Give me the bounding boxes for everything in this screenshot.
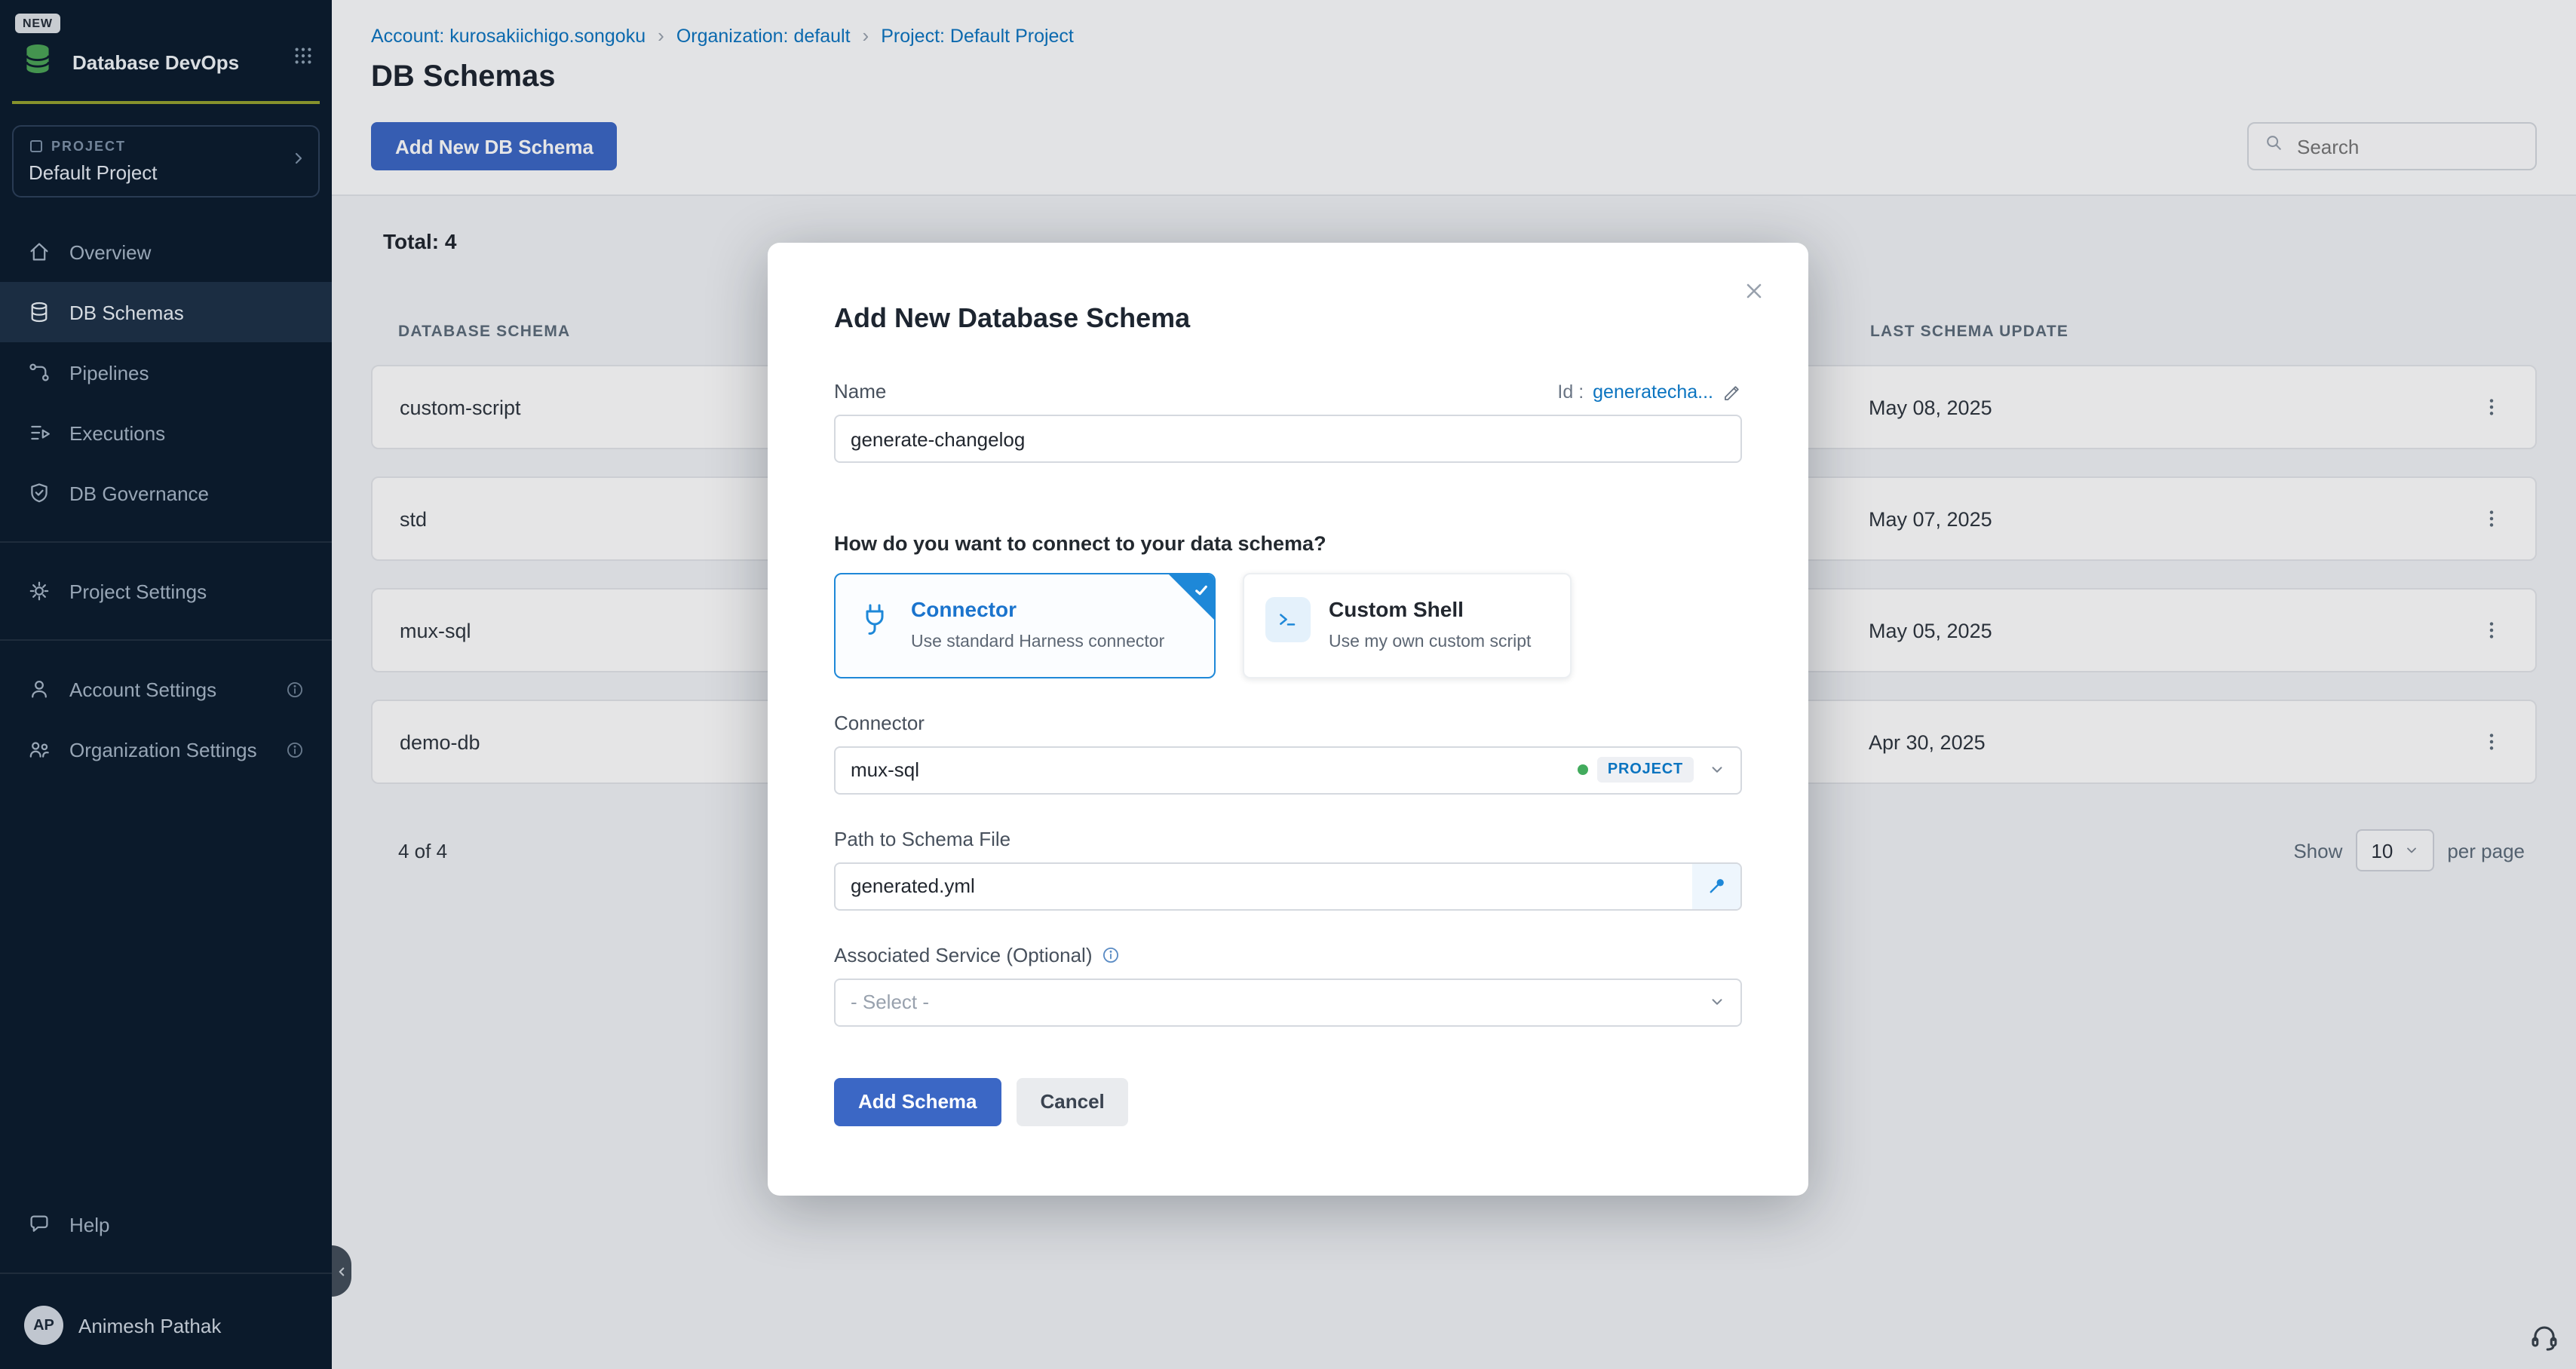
- service-select[interactable]: - Select -: [834, 979, 1742, 1027]
- option-title: Custom Shell: [1329, 597, 1531, 621]
- chevron-down-icon: [1709, 762, 1725, 779]
- schema-id-row: Id : generatecha...: [1557, 381, 1742, 403]
- schema-name-input[interactable]: [834, 415, 1742, 463]
- modal-title: Add New Database Schema: [834, 303, 1742, 335]
- option-text: Custom Shell Use my own custom script: [1329, 597, 1531, 654]
- close-icon[interactable]: [1739, 276, 1769, 314]
- option-connector[interactable]: Connector Use standard Harness connector: [834, 573, 1216, 678]
- schema-path-input[interactable]: [834, 862, 1742, 911]
- connector-select[interactable]: mux-sql PROJECT: [834, 746, 1742, 795]
- connection-options: Connector Use standard Harness connector: [834, 573, 1742, 678]
- cancel-button[interactable]: Cancel: [1017, 1078, 1129, 1126]
- chevron-down-icon: [1709, 994, 1725, 1011]
- scope-chip: PROJECT: [1597, 758, 1694, 783]
- info-icon[interactable]: [1102, 945, 1121, 965]
- option-text: Connector Use standard Harness connector: [911, 597, 1164, 654]
- id-value-link[interactable]: generatecha...: [1593, 381, 1713, 403]
- edit-pencil-icon[interactable]: [1722, 382, 1742, 402]
- connector-value: mux-sql: [851, 759, 1578, 782]
- option-custom-shell[interactable]: Custom Shell Use my own custom script: [1243, 573, 1572, 678]
- path-input-wrap: [834, 862, 1742, 911]
- app-root: NEW Database DevOps: [0, 0, 2576, 1369]
- service-placeholder: - Select -: [851, 991, 1709, 1014]
- connector-plug-icon: [857, 602, 893, 638]
- option-title: Connector: [911, 597, 1164, 621]
- connector-label: Connector: [834, 712, 1742, 734]
- name-label: Name: [834, 380, 886, 403]
- modal-actions: Add Schema Cancel: [834, 1078, 1742, 1126]
- add-schema-button[interactable]: Add Schema: [834, 1078, 1001, 1126]
- service-label: Associated Service (Optional): [834, 944, 1093, 966]
- terminal-icon: [1265, 597, 1311, 642]
- path-label: Path to Schema File: [834, 828, 1742, 850]
- check-icon: [1193, 579, 1210, 606]
- option-subtitle: Use my own custom script: [1329, 632, 1531, 654]
- id-label: Id :: [1557, 381, 1584, 403]
- resource-center-icon[interactable]: [2528, 1319, 2561, 1360]
- pin-icon[interactable]: [1692, 864, 1740, 909]
- status-dot-icon: [1578, 765, 1588, 776]
- connection-question: How do you want to connect to your data …: [834, 532, 1742, 555]
- add-schema-modal: Add New Database Schema Name Id : genera…: [768, 243, 1808, 1196]
- option-subtitle: Use standard Harness connector: [911, 632, 1164, 654]
- service-label-row: Associated Service (Optional): [834, 944, 1742, 966]
- name-field-row: Name Id : generatecha...: [834, 380, 1742, 403]
